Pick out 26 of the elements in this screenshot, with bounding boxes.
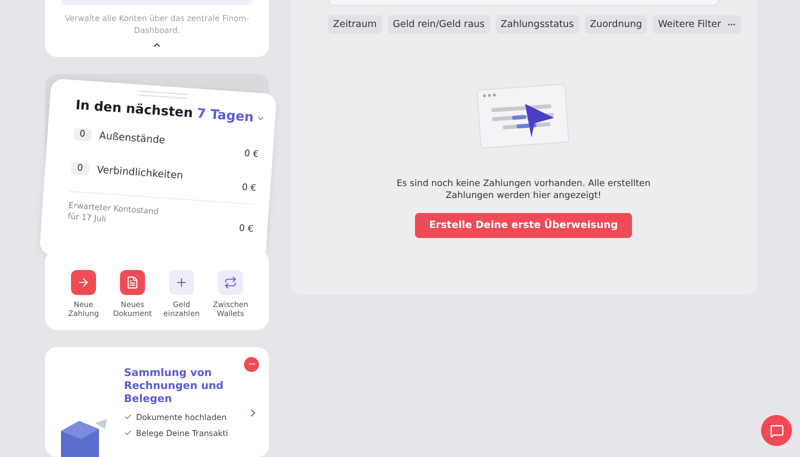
create-transfer-button[interactable]: Erstelle Deine erste Überweisung bbox=[415, 213, 632, 238]
promo-item: Belege Deine Transakti bbox=[136, 428, 228, 438]
promo-title: Sammlung von Rechnungen und Belegen bbox=[124, 366, 224, 406]
filter-chip[interactable]: Zahlungsstatus bbox=[496, 15, 579, 34]
period-dropdown[interactable]: 7 Tagen bbox=[196, 106, 266, 126]
accounts-note: Verwalte alle Konten über das zentrale Finom-Dashboard. bbox=[64, 13, 250, 37]
expected-balance-amount: 0 € bbox=[238, 224, 254, 235]
filter-chip[interactable]: Geld rein/Geld raus bbox=[388, 15, 490, 34]
mailbox-drawing bbox=[59, 416, 109, 457]
forecast-amount: 0 € bbox=[242, 182, 257, 194]
forecast-label: Außenstände bbox=[98, 130, 166, 146]
empty-state-message: Es sind noch keine Zahlungen vorhanden. Alle erstellten Zahlungen werden hier angezeigt! bbox=[396, 178, 652, 202]
expected-balance-label: Erwarteter Kontostand für 17 Juli bbox=[67, 200, 160, 226]
count-badge: 0 bbox=[73, 128, 92, 142]
filter-chip[interactable]: Zeitraum bbox=[328, 15, 382, 34]
remove-button[interactable] bbox=[244, 356, 259, 372]
forecast-label: Verbindlichkeiten bbox=[96, 164, 184, 182]
forecast-amount: 0 € bbox=[244, 148, 259, 160]
filter-chip[interactable]: Zuordnung bbox=[584, 15, 648, 34]
filter-chip[interactable]: Weitere Filter bbox=[653, 15, 742, 34]
chat-button[interactable] bbox=[761, 415, 792, 446]
promo-item: Dokumente hochladen bbox=[136, 412, 227, 422]
chat-icon bbox=[770, 424, 784, 438]
count-badge: 0 bbox=[70, 162, 90, 175]
drag-handle[interactable] bbox=[138, 90, 189, 99]
forecast-title: In den nächsten bbox=[75, 98, 194, 122]
